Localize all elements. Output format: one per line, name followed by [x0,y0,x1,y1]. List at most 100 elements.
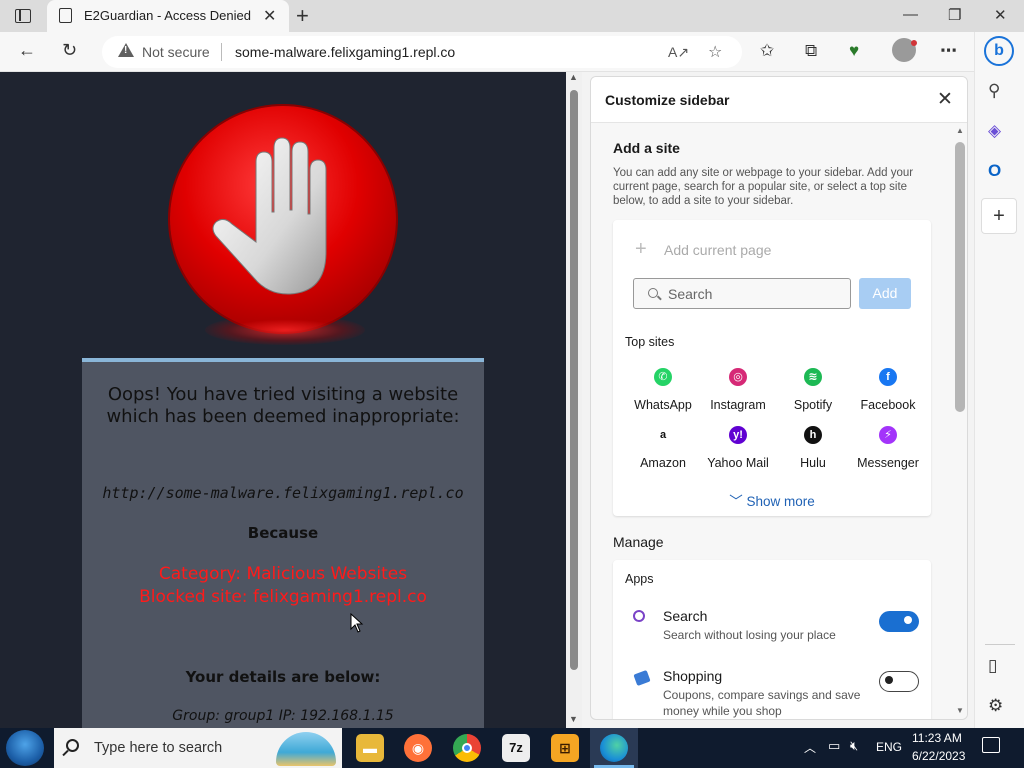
top-site-hulu[interactable]: h Hulu [773,426,853,470]
file-explorer-icon[interactable]: ▬ [356,734,384,762]
active-tab[interactable]: E2Guardian - Access Denied ✕ [47,0,289,32]
search-icon [66,739,79,752]
top-site-facebook[interactable]: f Facebook [848,368,928,412]
taskbar-search-box[interactable]: Type here to search [54,728,342,768]
stop-hand-sign [170,106,396,332]
instagram-icon: ◎ [729,368,747,386]
manage-card: Apps Search Search without losing your p… [613,560,931,719]
sidebar-settings-gear-icon[interactable]: ⚙ [988,696,1003,716]
edge-taskbar-button[interactable] [590,728,638,768]
clock-time[interactable]: 11:23 AM [912,731,962,745]
block-heading: Oops! You have tried visiting a website … [106,384,460,427]
panel-scroll-down-icon[interactable]: ▼ [956,706,964,715]
page-scrollbar[interactable]: ▲ ▼ [566,72,582,728]
top-site-whatsapp[interactable]: ✆ WhatsApp [623,368,703,412]
favorites-icon[interactable]: ✩ [760,41,774,61]
url-text[interactable]: some-malware.felixgaming1.repl.co [235,44,455,60]
language-indicator[interactable]: ENG [876,740,902,754]
show-hidden-icons-icon[interactable]: ︿ [804,739,816,756]
page-favicon-icon [59,8,72,23]
page-content: Oops! You have tried visiting a website … [0,72,566,728]
hide-sidebar-icon[interactable]: ▯ [988,656,997,676]
firefox-icon[interactable]: ◉ [404,734,432,762]
panel-scrollbar[interactable]: ▲ ▼ [953,124,967,719]
read-aloud-icon[interactable]: A↗ [668,44,689,61]
tab-close-icon[interactable]: ✕ [263,6,276,26]
bing-chat-icon[interactable]: b [984,36,1014,66]
chrome-icon[interactable] [453,734,481,762]
top-site-amazon[interactable]: a Amazon [623,426,703,470]
customize-sidebar-panel: Customize sidebar ✕ Add a site You can a… [590,76,968,720]
search-icon[interactable]: ⚲ [988,81,1000,101]
search-app-toggle[interactable] [879,611,919,632]
add-current-page-button[interactable]: Add current page [664,242,771,258]
restore-button[interactable]: ❐ [948,6,961,24]
amazon-icon: a [654,426,672,444]
whatsapp-icon: ✆ [654,368,672,386]
manage-heading: Manage [613,534,664,550]
scroll-up-arrow-icon[interactable]: ▲ [569,72,578,82]
navigation-bar: ← ↻ Not secure some-malware.felixgaming1… [0,32,1024,72]
group-ip-line: Group: group1 IP: 192.168.1.15 [172,708,394,724]
panel-scroll-up-icon[interactable]: ▲ [956,126,964,135]
top-site-messenger[interactable]: ⚡ Messenger [848,426,928,470]
minimize-button[interactable]: — [903,6,918,23]
more-options-icon[interactable]: ⋯ [940,41,957,61]
add-sidebar-app-button[interactable]: + [981,198,1017,234]
app-name-search: Search [663,608,708,624]
warning-icon[interactable] [118,43,134,57]
shopping-app-toggle[interactable] [879,671,919,692]
chevron-down-icon: ﹀ [729,494,743,509]
network-icon[interactable]: ▭ [828,738,840,754]
collections-icon[interactable]: ⧉ [805,41,817,61]
top-sites-heading: Top sites [625,335,675,349]
address-bar[interactable]: Not secure some-malware.felixgaming1.rep… [102,36,742,68]
search-icon [648,288,658,298]
panel-header: Customize sidebar ✕ [591,77,967,123]
site-search-box[interactable] [633,278,851,309]
outlook-icon[interactable]: O [988,161,1001,181]
scroll-down-arrow-icon[interactable]: ▼ [569,714,578,724]
panel-close-icon[interactable]: ✕ [937,88,953,111]
clock-date[interactable]: 6/22/2023 [912,749,965,763]
page-scrollbar-thumb[interactable] [570,90,578,670]
add-site-card: + Add current page Add Top sites ✆ WhatsA… [613,220,931,516]
window-close-button[interactable]: ✕ [994,6,1007,24]
favorite-star-icon[interactable]: ☆ [708,42,722,62]
office-icon[interactable]: ◈ [988,121,1001,141]
tab-title: E2Guardian - Access Denied [84,8,251,23]
tab-actions-icon[interactable] [15,9,31,23]
top-site-yahoo-mail[interactable]: y! Yahoo Mail [698,426,778,470]
top-site-label: Hulu [800,456,826,470]
top-site-label: Facebook [860,398,916,412]
top-site-instagram[interactable]: ◎ Instagram [698,368,778,412]
app-icon[interactable]: ⊞ [551,734,579,762]
back-arrow-icon[interactable]: ← [18,40,36,61]
panel-scrollbar-thumb[interactable] [955,142,965,412]
show-more-link[interactable]: ﹀ Show more [613,490,931,510]
top-site-label: WhatsApp [634,398,692,412]
blocked-site: Blocked site: felixgaming1.repl.co [139,587,427,607]
panel-title: Customize sidebar [605,92,730,108]
new-tab-button[interactable]: + [296,3,309,29]
security-label[interactable]: Not secure [142,44,210,60]
add-button[interactable]: Add [859,278,911,309]
top-site-spotify[interactable]: ≋ Spotify [773,368,853,412]
7zip-icon[interactable]: 7z [502,734,530,762]
block-category: Category: Malicious Websites [158,564,408,584]
top-site-label: Messenger [857,456,919,470]
notifications-icon[interactable] [982,737,1000,753]
browser-essentials-icon[interactable]: ♥ [849,41,859,61]
refresh-icon[interactable]: ↻ [62,40,77,61]
app-desc-shopping: Coupons, compare savings and save money … [663,688,861,718]
site-search-input[interactable] [668,285,838,303]
start-button[interactable] [6,730,44,766]
mouse-cursor-icon [350,613,364,633]
toggle-knob [885,676,893,684]
profile-notification-dot [911,40,917,46]
panel-body: Add a site You can add any site or webpa… [591,124,967,719]
edge-icon [600,734,628,762]
toggle-knob [904,616,912,624]
app-name-shopping: Shopping [663,668,723,684]
volume-muted-icon[interactable]: 🔇︎ [850,738,858,754]
